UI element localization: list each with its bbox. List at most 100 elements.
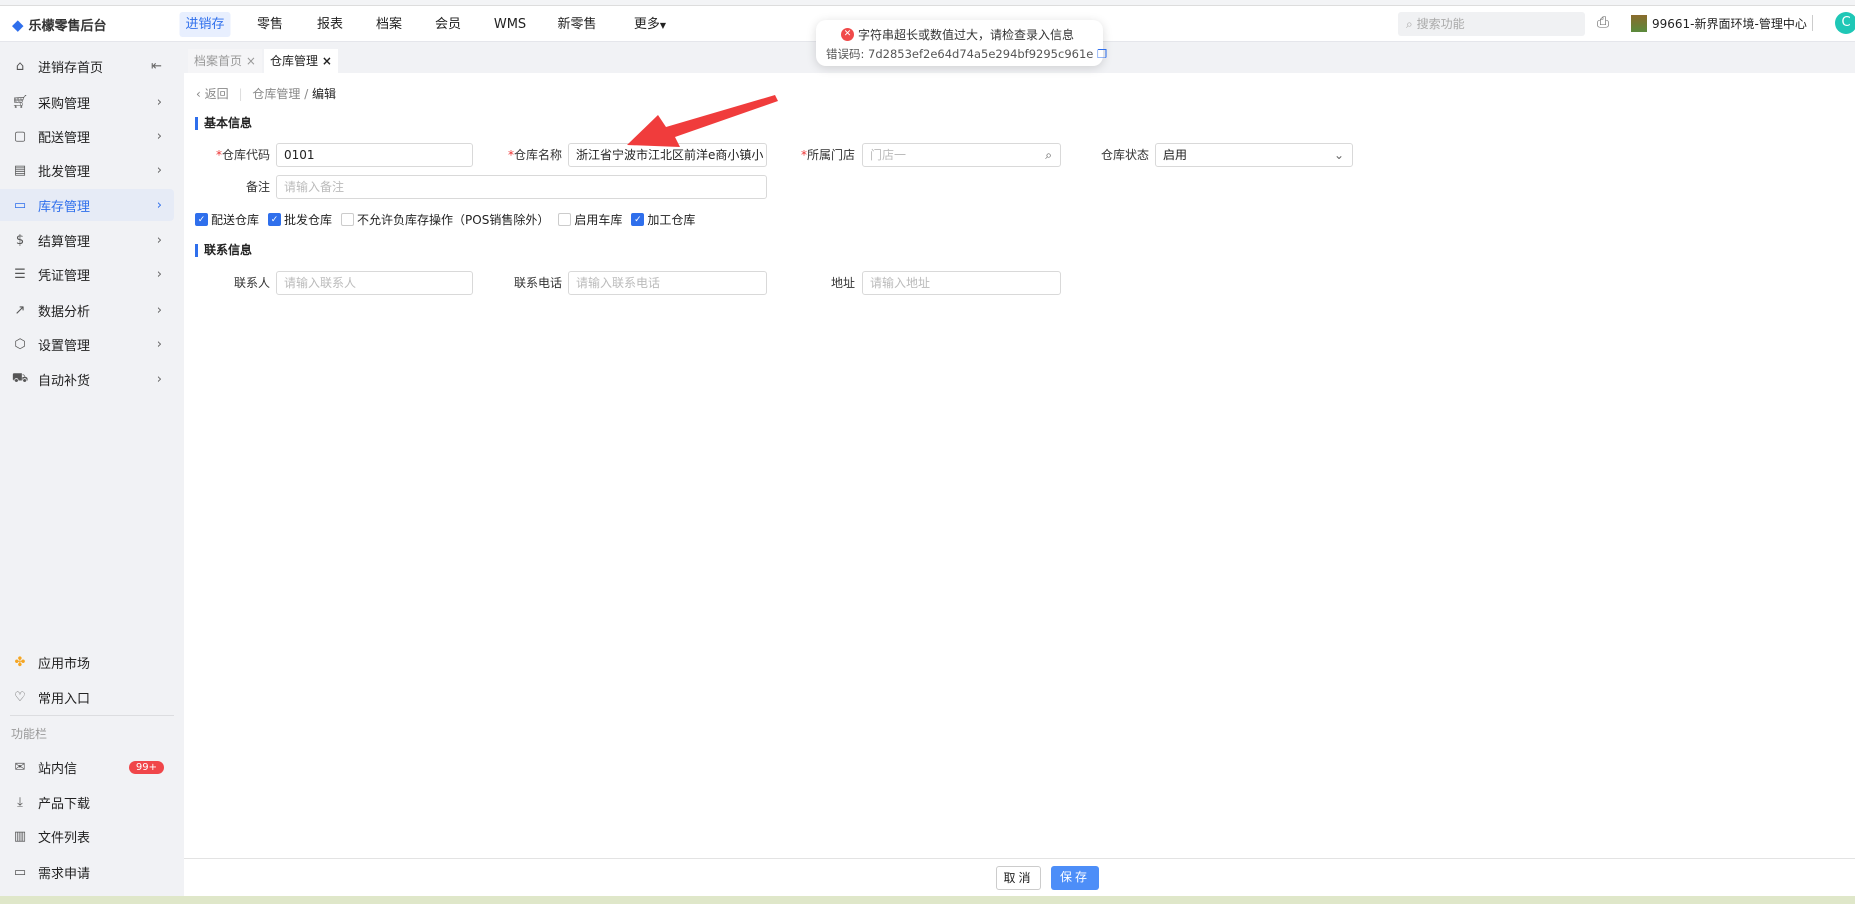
close-icon[interactable]: × <box>322 54 332 68</box>
sidebar-item-wholesale[interactable]: ▤ 批发管理 › <box>0 154 174 186</box>
code-input[interactable]: 0101 <box>276 143 473 167</box>
toast-error-code: 错误码: 7d2853ef2e64d74a5e294bf9295c961e <box>826 47 1094 61</box>
section-contact-info: 联系信息 <box>195 244 252 257</box>
checkbox-checked-icon: ✓ <box>631 213 645 226</box>
checkbox-unchecked-icon <box>558 213 572 226</box>
app-market-icon: ✤ <box>14 654 26 670</box>
cart-icon: 🛒︎ <box>11 94 29 110</box>
sidebar-item-purchase[interactable]: 🛒︎ 采购管理 › <box>0 86 174 118</box>
phone-label: 联系电话 <box>513 276 562 290</box>
chevron-right-icon: › <box>156 266 162 282</box>
main-content: ‹ 返回 | 仓库管理 / 编辑 基本信息 *仓库代码 0101 *仓库名称 浙… <box>184 73 1855 858</box>
breadcrumb-parent[interactable]: 仓库管理 <box>252 87 300 101</box>
contact-input[interactable]: 请输入联系人 <box>276 271 473 295</box>
checkbox-checked-icon: ✓ <box>195 213 208 226</box>
search-icon: ⌕ <box>1045 148 1052 162</box>
nav-members[interactable]: 会员 <box>429 12 467 37</box>
footer-bar: 取消 保存 <box>184 858 1855 896</box>
sidebar-requests[interactable]: ▭ 需求申请 <box>0 856 174 888</box>
address-input[interactable]: 请输入地址 <box>862 271 1061 295</box>
user-name[interactable]: 99661-新界面环境-管理中心 <box>1652 15 1807 32</box>
section-label: 功能栏 <box>11 727 48 741</box>
nav-new-retail[interactable]: 新零售 <box>551 12 602 37</box>
sidebar-item-settings[interactable]: ⬡ 设置管理 › <box>0 328 174 360</box>
sidebar-app-market[interactable]: ✤ 应用市场 <box>0 646 174 678</box>
tab-archives-home[interactable]: 档案首页 × <box>188 49 262 73</box>
checkbox-enable-garage[interactable]: 启用车库 <box>558 211 622 228</box>
phone-input[interactable]: 请输入联系电话 <box>568 271 767 295</box>
chart-icon: ↗ <box>14 302 26 318</box>
avatar[interactable]: C <box>1835 12 1855 34</box>
sidebar-item-voucher[interactable]: ☰ 凭证管理 › <box>0 258 174 290</box>
checkbox-group: ✓ 配送仓库 ✓ 批发仓库 不允许负库存操作（POS销售除外） 启用车库 ✓ 加工仓库 <box>195 211 704 228</box>
sidebar-item-home[interactable]: ⌂ 进销存首页 ⇤ <box>0 50 174 82</box>
sidebar-item-replenish[interactable]: ⛟ 自动补货 › <box>0 363 174 395</box>
chevron-right-icon: › <box>156 232 162 248</box>
nav-jinxiaocun[interactable]: 进销存 <box>179 12 231 37</box>
download-icon: ⤓ <box>17 794 23 810</box>
toast-message: 字符串超长或数值过大，请检查录入信息 <box>858 28 1075 42</box>
search-input[interactable]: ⌕ 搜索功能 <box>1398 12 1585 36</box>
chevron-down-icon: ⌄ <box>1333 148 1344 162</box>
tab-warehouse[interactable]: 仓库管理 × <box>264 49 338 73</box>
error-toast: ✕ 字符串超长或数值过大，请检查录入信息 错误码: 7d2853ef2e64d7… <box>816 20 1107 66</box>
checkbox-wholesale-warehouse[interactable]: ✓ 批发仓库 <box>268 211 332 228</box>
name-label: *仓库名称 <box>507 148 562 162</box>
nav-retail[interactable]: 零售 <box>251 12 289 37</box>
checkbox-no-negative-stock[interactable]: 不允许负库存操作（POS销售除外） <box>341 211 549 228</box>
sidebar-messages[interactable]: ✉ 站内信 99+ <box>0 751 174 783</box>
inventory-icon: ▭ <box>13 197 27 213</box>
nav-more[interactable]: 更多▼ <box>628 12 672 37</box>
cancel-button[interactable]: 取消 <box>996 866 1041 890</box>
checkbox-distribution-warehouse[interactable]: ✓ 配送仓库 <box>195 211 259 228</box>
sidebar-item-settlement[interactable]: $ 结算管理 › <box>0 224 174 256</box>
store-select[interactable]: 门店一 ⌕ <box>862 143 1061 167</box>
box-icon: ▢ <box>13 128 27 144</box>
status-label: 仓库状态 <box>1100 148 1149 162</box>
nav-wms[interactable]: WMS <box>488 12 532 37</box>
sidebar-favorites[interactable]: ♡ 常用入口 <box>0 681 174 713</box>
chevron-right-icon: › <box>156 128 162 144</box>
mail-icon: ✉ <box>14 759 26 775</box>
chevron-right-icon: › <box>156 336 162 352</box>
divider <box>10 715 174 716</box>
breadcrumb-current: 编辑 <box>312 87 337 101</box>
arrow-shape <box>627 95 778 147</box>
close-icon[interactable]: × <box>246 54 256 68</box>
caret-down-icon: ▼ <box>659 21 667 30</box>
save-button[interactable]: 保存 <box>1051 866 1099 890</box>
checkbox-unchecked-icon <box>341 213 355 226</box>
sidebar-download[interactable]: ⤓ 产品下载 <box>0 786 174 818</box>
wholesale-icon: ▤ <box>13 162 27 178</box>
status-select[interactable]: 启用 ⌄ <box>1155 143 1353 167</box>
nav-archives[interactable]: 档案 <box>370 12 408 37</box>
copy-icon[interactable]: ❐ <box>1097 47 1107 61</box>
chevron-right-icon: › <box>156 302 162 318</box>
collapse-icon[interactable]: ⇤ <box>151 59 162 74</box>
back-link[interactable]: ‹ 返回 <box>196 87 229 101</box>
code-label: *仓库代码 <box>215 148 270 162</box>
checkbox-processing-warehouse[interactable]: ✓ 加工仓库 <box>631 211 695 228</box>
divider <box>1812 15 1813 31</box>
logo-icon: ◆ <box>12 15 24 34</box>
printer-icon[interactable]: ⎙ <box>1597 13 1609 31</box>
sidebar-files[interactable]: ▥ 文件列表 <box>0 820 174 852</box>
chevron-right-icon: › <box>156 162 162 178</box>
sidebar-item-analytics[interactable]: ↗ 数据分析 › <box>0 294 174 326</box>
sidebar: ⌂ 进销存首页 ⇤ 🛒︎ 采购管理 › ▢ 配送管理 › ▤ 批发管理 › ▭ 库存管理 › $ 结算… <box>0 42 184 896</box>
contact-label: 联系人 <box>233 276 270 290</box>
remark-input[interactable]: 请输入备注 <box>276 175 767 199</box>
chevron-left-icon: ‹ <box>196 87 201 101</box>
sidebar-item-distribution[interactable]: ▢ 配送管理 › <box>0 120 174 152</box>
replenish-icon: ⛟ <box>11 370 29 386</box>
bottom-strip <box>0 896 1855 904</box>
app-logo[interactable]: ◆ 乐檬零售后台 <box>12 15 107 35</box>
error-icon: ✕ <box>841 28 854 41</box>
chevron-right-icon: › <box>156 371 162 387</box>
request-icon: ▭ <box>13 864 27 880</box>
nav-reports[interactable]: 报表 <box>311 12 349 37</box>
sidebar-item-inventory[interactable]: ▭ 库存管理 › <box>0 189 174 221</box>
red-arrow-annotation <box>627 95 778 147</box>
breadcrumb: ‹ 返回 | 仓库管理 / 编辑 <box>196 87 337 101</box>
chevron-right-icon: › <box>156 197 162 213</box>
